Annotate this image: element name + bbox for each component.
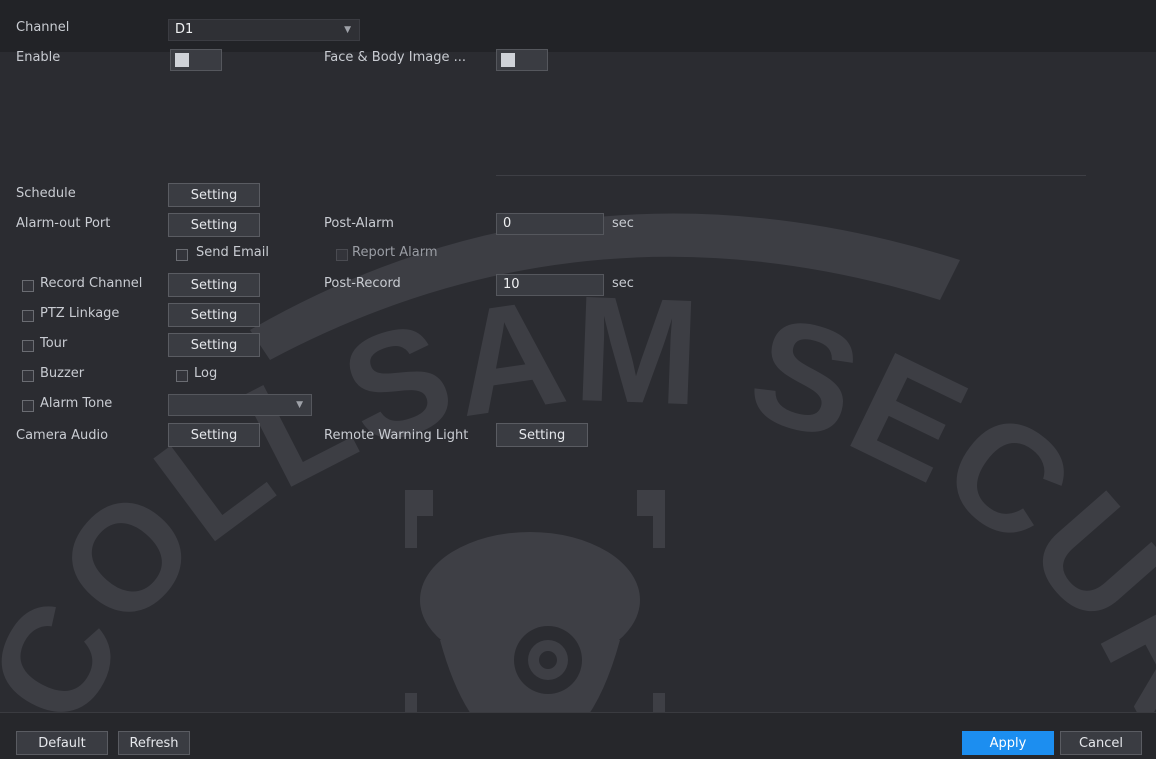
refresh-button[interactable]: Refresh: [118, 731, 190, 755]
send-email-label: Send Email: [196, 245, 269, 260]
buzzer-checkbox[interactable]: [22, 370, 34, 382]
report-alarm-label: Report Alarm: [352, 245, 438, 260]
ptz-checkbox[interactable]: [22, 310, 34, 322]
record-channel-label: Record Channel: [40, 276, 143, 291]
default-button[interactable]: Default: [16, 731, 108, 755]
remote-light-label: Remote Warning Light: [324, 428, 469, 443]
schedule-label: Schedule: [16, 186, 76, 201]
post-alarm-input[interactable]: 0: [496, 213, 604, 235]
record-channel-checkbox[interactable]: [22, 280, 34, 292]
post-record-input[interactable]: 10: [496, 274, 604, 296]
channel-select[interactable]: D1 ▼: [168, 19, 360, 41]
divider: [496, 175, 1086, 176]
chevron-down-icon: ▼: [296, 400, 303, 410]
alarm-out-label: Alarm-out Port: [16, 216, 111, 231]
send-email-checkbox[interactable]: [176, 249, 188, 261]
face-body-toggle[interactable]: [496, 49, 548, 71]
post-alarm-unit: sec: [612, 216, 634, 231]
post-alarm-label: Post-Alarm: [324, 216, 394, 231]
channel-value: D1: [175, 22, 194, 37]
alarm-tone-label: Alarm Tone: [40, 396, 113, 411]
buzzer-label: Buzzer: [40, 366, 85, 381]
tour-setting-button[interactable]: Setting: [168, 333, 260, 357]
ptz-setting-button[interactable]: Setting: [168, 303, 260, 327]
alarm-tone-checkbox[interactable]: [22, 400, 34, 412]
post-record-label: Post-Record: [324, 276, 401, 291]
record-channel-setting-button[interactable]: Setting: [168, 273, 260, 297]
camera-audio-label: Camera Audio: [16, 428, 109, 443]
camera-audio-setting-button[interactable]: Setting: [168, 423, 260, 447]
log-label: Log: [194, 366, 218, 381]
tour-checkbox[interactable]: [22, 340, 34, 352]
schedule-setting-button[interactable]: Setting: [168, 183, 260, 207]
remote-light-setting-button[interactable]: Setting: [496, 423, 588, 447]
post-record-unit: sec: [612, 276, 634, 291]
report-alarm-checkbox[interactable]: [336, 249, 348, 261]
chevron-down-icon: ▼: [344, 25, 351, 35]
face-body-label: Face & Body Image ...: [324, 50, 466, 65]
enable-label: Enable: [16, 50, 61, 65]
watermark-logo: COLLSAM SECURITY: [0, 0, 1156, 752]
log-checkbox[interactable]: [176, 370, 188, 382]
apply-button[interactable]: Apply: [962, 731, 1054, 755]
enable-toggle[interactable]: [170, 49, 222, 71]
tour-label: Tour: [40, 336, 68, 351]
channel-label: Channel: [16, 20, 70, 35]
alarm-tone-select[interactable]: ▼: [168, 394, 312, 416]
alarm-out-setting-button[interactable]: Setting: [168, 213, 260, 237]
ptz-label: PTZ Linkage: [40, 306, 120, 321]
cancel-button[interactable]: Cancel: [1060, 731, 1142, 755]
